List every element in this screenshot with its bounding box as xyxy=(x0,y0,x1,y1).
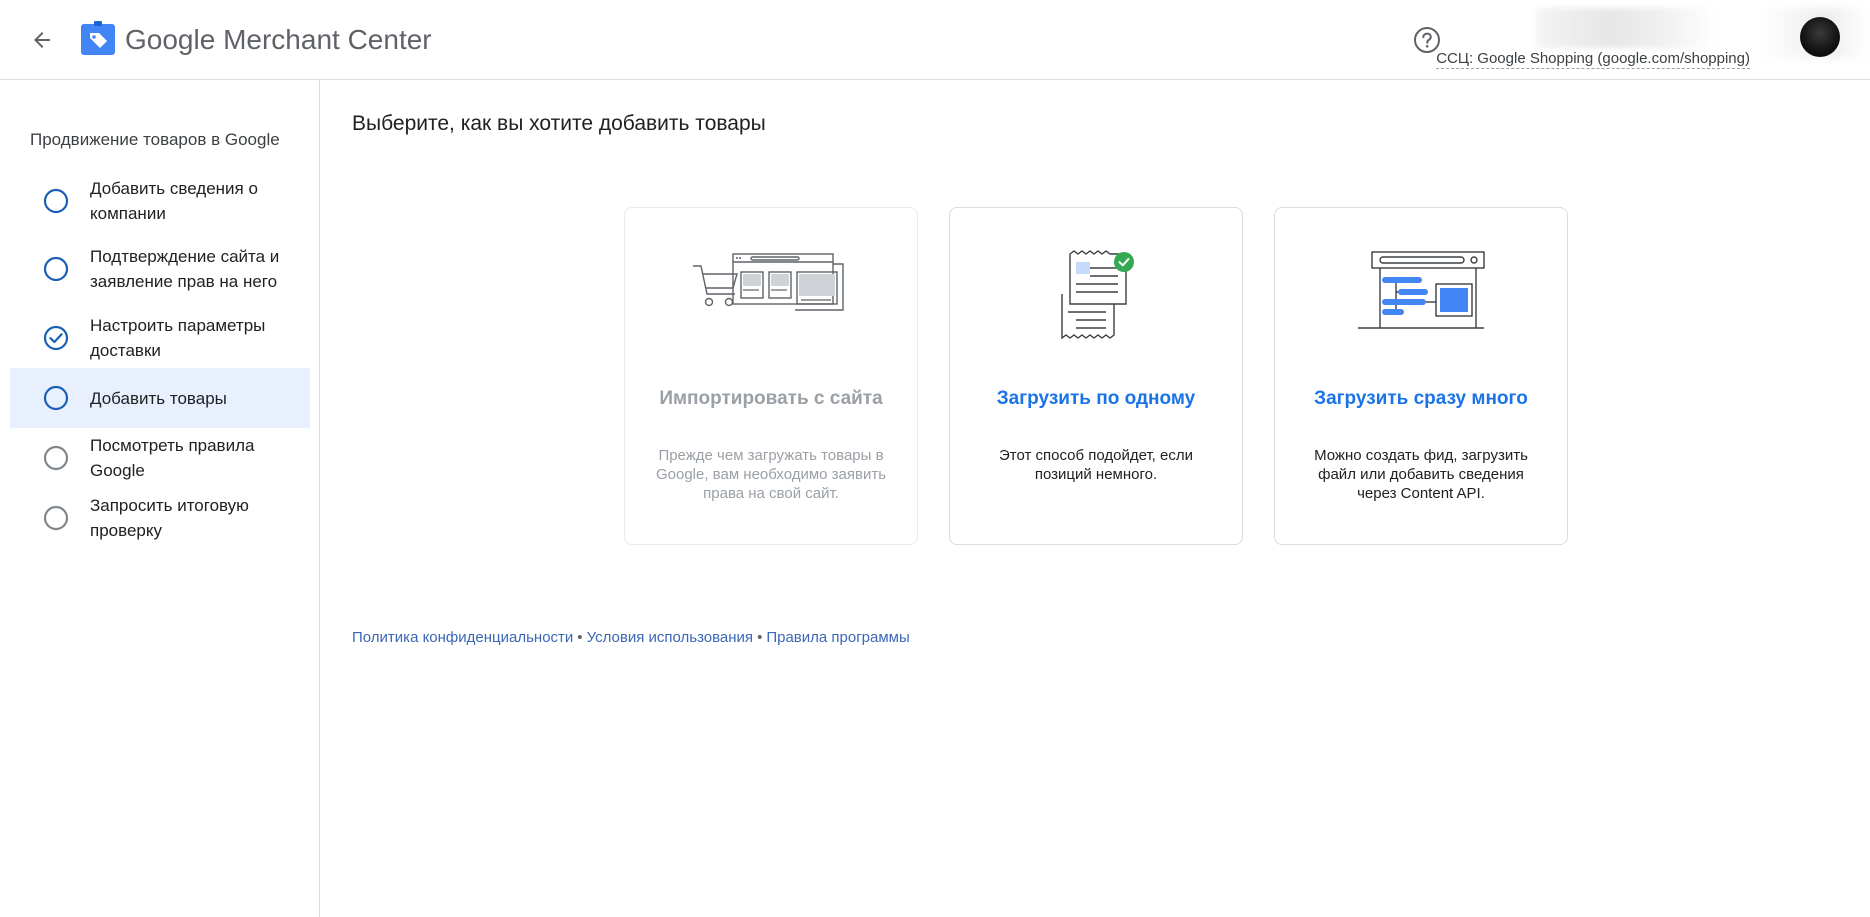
step-label: Добавить сведения о компании xyxy=(90,179,258,223)
step-disabled-icon xyxy=(43,505,69,531)
card-title: Импортировать с сайта xyxy=(659,388,883,409)
sidebar-title: Продвижение товаров в Google xyxy=(30,130,280,149)
avatar[interactable] xyxy=(1800,17,1840,57)
card-description: Прежде чем загружать товары в Google, ва… xyxy=(655,447,887,502)
upload-bulk-card[interactable]: Загрузить сразу много Можно создать фид,… xyxy=(1274,207,1568,545)
bulk-feed-illustration xyxy=(1358,251,1485,329)
separator: • xyxy=(757,629,763,646)
footer-links: Политика конфиденциальности • Условия испо… xyxy=(352,629,910,646)
merchant-center-tag-icon xyxy=(81,21,115,55)
setup-steps: Добавить сведения о компании Подтвержден… xyxy=(10,172,310,548)
top-bar: Google Merchant Center ССЦ: Google Shopp… xyxy=(0,0,1870,80)
product-document-check-illustration xyxy=(1061,250,1134,340)
program-policies-link[interactable]: Правила программы xyxy=(766,629,909,646)
step-done-check-icon xyxy=(43,325,69,351)
step-business-info[interactable]: Добавить сведения о компании xyxy=(10,172,310,230)
terms-of-use-link[interactable]: Условия использования xyxy=(587,629,754,646)
card-description: Этот способ подойдет, если позиций немно… xyxy=(999,447,1193,483)
back-button[interactable] xyxy=(24,22,60,58)
step-label: Подтверждение сайта и заявление прав на … xyxy=(90,247,280,291)
privacy-policy-link[interactable]: Политика конфиденциальности xyxy=(352,629,573,646)
step-add-products[interactable]: Добавить товары xyxy=(10,368,310,428)
step-label: Настроить параметры доставки xyxy=(90,316,266,360)
separator: • xyxy=(577,629,583,646)
step-pending-icon xyxy=(43,385,69,411)
account-switcher[interactable]: ССЦ: Google Shopping (google.com/shoppin… xyxy=(1436,50,1750,69)
step-verify-website[interactable]: Подтверждение сайта и заявление прав на … xyxy=(10,230,310,308)
page-title: Выберите, как вы хотите добавить товары xyxy=(352,112,766,135)
card-title: Загрузить сразу много xyxy=(1314,388,1528,409)
step-label: Посмотреть правила Google xyxy=(90,436,255,480)
product-title: Google Merchant Center xyxy=(125,22,432,58)
step-pending-icon xyxy=(43,188,69,214)
upload-one-by-one-card[interactable]: Загрузить по одному Этот способ подойдет… xyxy=(949,207,1243,545)
brand-google: Google xyxy=(125,24,216,55)
card-title: Загрузить по одному xyxy=(996,388,1196,409)
brand-product: Merchant Center xyxy=(223,24,432,55)
shopping-cart-website-illustration xyxy=(693,253,844,311)
account-block: ССЦ: Google Shopping (google.com/shoppin… xyxy=(1436,8,1786,70)
arrow-left-icon xyxy=(34,32,50,48)
step-shipping-settings[interactable]: Настроить параметры доставки xyxy=(10,308,310,368)
step-review-policies[interactable]: Посмотреть правила Google xyxy=(10,428,310,488)
card-description: Можно создать фид, загрузить файл или до… xyxy=(1314,447,1528,502)
step-pending-icon xyxy=(43,256,69,282)
account-email-blurred xyxy=(1536,8,1716,48)
step-label: Запросить итоговую проверку xyxy=(90,496,249,540)
step-request-review[interactable]: Запросить итоговую проверку xyxy=(10,488,310,548)
import-from-website-card: Импортировать с сайта Прежде чем загружа… xyxy=(624,207,918,545)
setup-sidebar: Продвижение товаров в Google Добавить св… xyxy=(0,80,320,917)
step-label: Добавить товары xyxy=(90,388,227,408)
step-disabled-icon xyxy=(43,445,69,471)
